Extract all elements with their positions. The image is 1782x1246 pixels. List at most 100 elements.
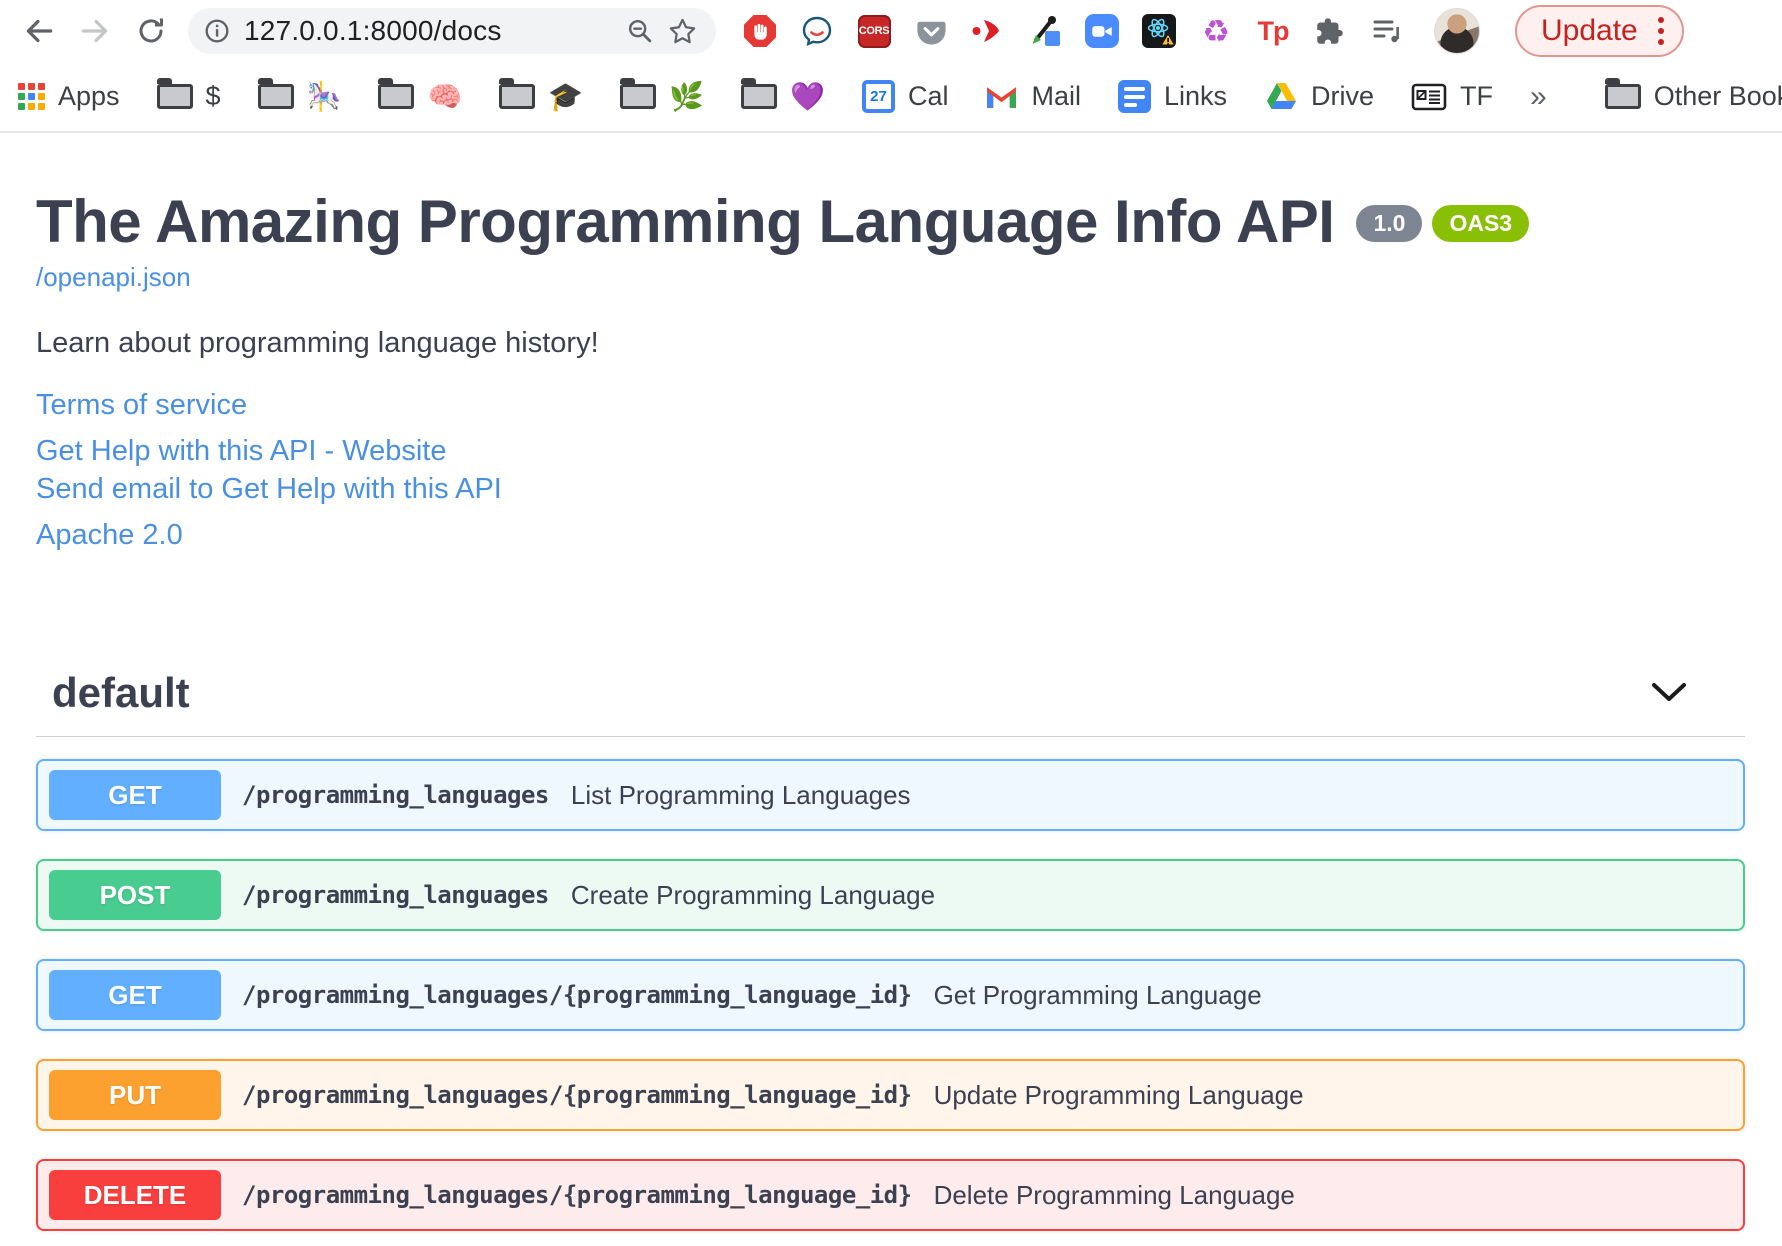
endpoint-path: /programming_languages bbox=[242, 881, 549, 909]
address-bar[interactable]: 127.0.0.1:8000/docs bbox=[188, 8, 716, 54]
http-method-badge: POST bbox=[49, 870, 221, 920]
forward-button[interactable] bbox=[70, 6, 120, 56]
bookmark-folder-purple-heart[interactable]: 💜 bbox=[741, 78, 825, 111]
endpoint-path: /programming_languages/{programming_lang… bbox=[242, 1081, 912, 1109]
website-help-link[interactable]: Get Help with this API - Website bbox=[36, 435, 446, 467]
endpoint-row-create-language[interactable]: POST /programming_languages Create Progr… bbox=[36, 859, 1745, 931]
endpoint-row-list-languages[interactable]: GET /programming_languages List Programm… bbox=[36, 759, 1745, 831]
media-playlist-button[interactable] bbox=[1369, 13, 1405, 49]
operations-list: GET /programming_languages List Programm… bbox=[36, 759, 1745, 1231]
folder-icon bbox=[620, 78, 657, 109]
cors-extension-button[interactable]: CORS bbox=[856, 13, 892, 49]
api-badges: 1.0 OAS3 bbox=[1356, 205, 1530, 242]
bookmarks-overflow-button[interactable]: » bbox=[1530, 80, 1547, 114]
forward-arrow-icon bbox=[81, 19, 108, 43]
video-camera-icon bbox=[1085, 14, 1119, 48]
bookmark-label: Cal bbox=[907, 81, 949, 111]
bookmark-folder-herb[interactable]: 🌿 bbox=[620, 78, 705, 112]
bookmark-calendar[interactable]: 27 Cal bbox=[861, 80, 949, 113]
react-devtools-extension-button[interactable] bbox=[1141, 13, 1177, 49]
bookmark-star-icon[interactable] bbox=[667, 16, 698, 47]
page-title: The Amazing Programming Language Info AP… bbox=[36, 188, 1335, 255]
profile-avatar[interactable] bbox=[1434, 8, 1480, 54]
bookmark-label: Drive bbox=[1311, 81, 1375, 111]
chat-bubble-icon bbox=[802, 16, 832, 47]
bookmark-folder-label: 🎠 bbox=[306, 80, 342, 112]
email-help-link[interactable]: Send email to Get Help with this API bbox=[36, 473, 502, 505]
folder-icon bbox=[741, 78, 778, 109]
playlist-music-icon bbox=[1373, 20, 1399, 43]
api-description: Learn about programming language history… bbox=[36, 327, 599, 359]
folder-icon bbox=[156, 78, 193, 109]
browser-menu-kebab-icon[interactable] bbox=[1656, 15, 1666, 47]
recycle-icon: ♻ bbox=[1202, 13, 1230, 49]
browser-toolbar: 127.0.0.1:8000/docs CORS ♻ Tp Update bbox=[0, 0, 1782, 62]
reload-button[interactable] bbox=[126, 6, 176, 56]
update-label: Update bbox=[1541, 14, 1638, 47]
bookmarks-bar: Apps $ 🎠 🧠 🎓 🌿 💜 27 Cal Mail Links Drive bbox=[0, 62, 1782, 133]
bookmark-label: Mail bbox=[1031, 81, 1081, 111]
apps-grid-icon bbox=[18, 83, 45, 110]
bookmark-folder-label: 🌿 bbox=[669, 80, 705, 112]
bookmark-folder-graduation[interactable]: 🎓 bbox=[499, 78, 584, 112]
license-link[interactable]: Apache 2.0 bbox=[36, 519, 183, 551]
chrome-update-button[interactable]: Update bbox=[1515, 5, 1684, 57]
oas3-badge: OAS3 bbox=[1432, 205, 1530, 242]
endpoint-summary: Create Programming Language bbox=[570, 879, 936, 910]
zoom-out-icon[interactable] bbox=[625, 16, 655, 46]
endpoint-row-delete-language[interactable]: DELETE /programming_languages/{programmi… bbox=[36, 1159, 1745, 1231]
folder-icon bbox=[499, 78, 536, 109]
bookmark-folder-dollar[interactable]: $ bbox=[156, 78, 221, 112]
tag-section-header[interactable]: default bbox=[36, 670, 1745, 737]
puzzle-piece-icon bbox=[1317, 18, 1343, 44]
recycle-extension-button[interactable]: ♻ bbox=[1198, 13, 1234, 49]
other-bookmarks-label: Other Bookmarks bbox=[1653, 81, 1782, 111]
extensions-menu-button[interactable] bbox=[1312, 13, 1348, 49]
zoom-extension-button[interactable] bbox=[1084, 13, 1120, 49]
bookmark-tf[interactable]: TF bbox=[1411, 81, 1493, 112]
endpoint-row-update-language[interactable]: PUT /programming_languages/{programming_… bbox=[36, 1059, 1745, 1131]
pocket-extension-button[interactable] bbox=[913, 13, 949, 49]
tp-extension-button[interactable]: Tp bbox=[1255, 13, 1291, 49]
adblock-hand-icon bbox=[744, 15, 776, 47]
gmail-icon bbox=[987, 87, 1017, 108]
bookmark-folder-carousel[interactable]: 🎠 bbox=[257, 78, 342, 112]
folder-icon bbox=[1604, 78, 1641, 109]
api-info-header: The Amazing Programming Language Info AP… bbox=[36, 189, 1745, 255]
endpoint-summary: Delete Programming Language bbox=[933, 1179, 1295, 1210]
bookmark-mail[interactable]: Mail bbox=[985, 81, 1081, 112]
bookmark-folder-label: 🧠 bbox=[427, 80, 463, 112]
bookmark-folder-brain[interactable]: 🧠 bbox=[378, 78, 463, 112]
extensions-row: CORS ♻ Tp Update bbox=[742, 5, 1770, 57]
color-picker-extension-button[interactable] bbox=[1027, 13, 1063, 49]
adblock-extension-button[interactable] bbox=[742, 13, 778, 49]
google-drive-icon bbox=[1267, 83, 1297, 109]
back-arrow-icon bbox=[26, 19, 53, 43]
page-info-icon[interactable] bbox=[202, 16, 232, 46]
version-badge: 1.0 bbox=[1356, 205, 1423, 242]
chat-bubble-extension-button[interactable] bbox=[799, 13, 835, 49]
endpoint-path: /programming_languages/{programming_lang… bbox=[242, 981, 912, 1009]
eyedropper-icon bbox=[1032, 16, 1060, 46]
red-arrow-icon bbox=[972, 20, 999, 42]
bookmark-drive[interactable]: Drive bbox=[1264, 81, 1374, 112]
note-card-icon bbox=[1411, 83, 1447, 110]
collapse-chevron-icon[interactable] bbox=[1651, 682, 1687, 704]
folder-icon bbox=[257, 78, 294, 109]
bookmark-folder-label: 🎓 bbox=[548, 80, 584, 112]
bookmark-label: Links bbox=[1163, 81, 1228, 111]
reload-icon bbox=[139, 18, 163, 43]
red-arrow-extension-button[interactable] bbox=[970, 13, 1006, 49]
tp-icon: Tp bbox=[1257, 15, 1290, 46]
url-text[interactable]: 127.0.0.1:8000/docs bbox=[244, 15, 613, 47]
back-button[interactable] bbox=[14, 6, 64, 56]
terms-of-service-link[interactable]: Terms of service bbox=[36, 389, 247, 421]
apps-shortcut[interactable]: Apps bbox=[18, 81, 120, 112]
endpoint-row-get-language[interactable]: GET /programming_languages/{programming_… bbox=[36, 959, 1745, 1031]
http-method-badge: GET bbox=[49, 970, 221, 1020]
endpoint-summary: List Programming Languages bbox=[570, 779, 911, 810]
bookmark-links[interactable]: Links bbox=[1117, 80, 1228, 113]
openapi-json-link[interactable]: /openapi.json bbox=[36, 262, 191, 292]
other-bookmarks-folder[interactable]: Other Bookmarks bbox=[1604, 78, 1782, 112]
swagger-ui-page: The Amazing Programming Language Info AP… bbox=[0, 133, 1782, 1231]
